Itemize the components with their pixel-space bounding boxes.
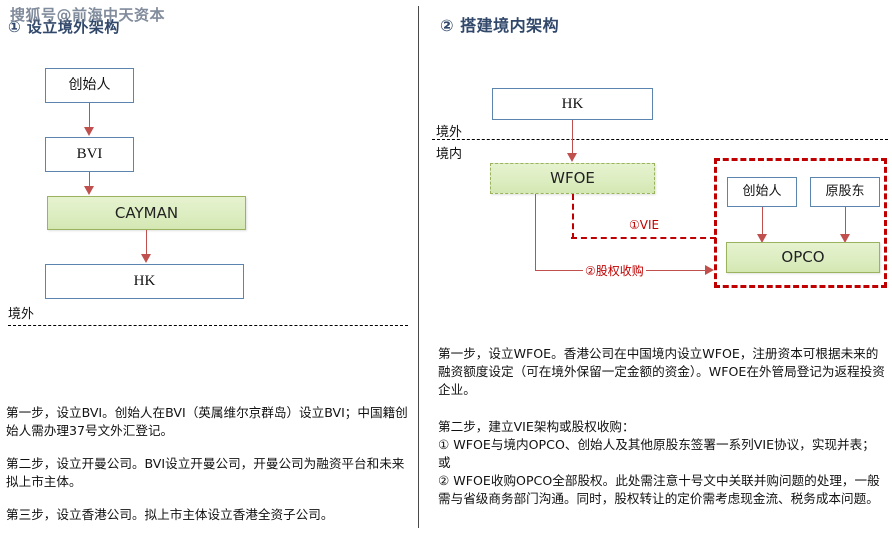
- left-edge-cayman-hk-line: [146, 230, 147, 255]
- left-edge-bvi-cayman-line: [89, 172, 90, 187]
- right-panel-title: ② 搭建境内架构: [440, 16, 560, 35]
- right-node-founder: 创始人: [727, 177, 797, 207]
- right-boundary-dashed-line: [432, 139, 888, 140]
- vie-edge-horizontal: [571, 237, 716, 239]
- right-node-hk-label: HK: [561, 95, 584, 112]
- right-edge-hk-wfoe-arrow: [567, 153, 577, 162]
- right-boundary-label-onshore: 境内: [436, 147, 463, 162]
- vie-edge-label: ①VIE: [627, 218, 662, 232]
- right-edge-oldshareholder-opco-line: [845, 207, 846, 235]
- left-node-cayman-label: CAYMAN: [114, 203, 179, 222]
- left-boundary-dashed-line: [8, 325, 408, 326]
- right-node-wfoe: WFOE: [490, 163, 655, 194]
- right-paragraph-step2: 第二步，建立VIE架构或股权收购： ① WFOE与境内OPCO、创始人及其他原股…: [438, 419, 880, 506]
- left-node-cayman: CAYMAN: [47, 196, 246, 230]
- left-node-hk-label: HK: [133, 273, 156, 290]
- equity-edge-vertical: [535, 194, 536, 270]
- right-edge-founder-opco-line: [762, 207, 763, 235]
- column-divider: [418, 6, 419, 528]
- equity-edge-label: ②股权收购: [583, 262, 646, 279]
- left-edge-cayman-hk-arrow: [141, 254, 151, 263]
- left-edge-bvi-cayman-arrow: [84, 186, 94, 195]
- left-node-hk: HK: [45, 264, 244, 299]
- right-node-opco-label: OPCO: [781, 248, 825, 267]
- left-node-bvi: BVI: [45, 137, 134, 172]
- right-node-hk: HK: [492, 88, 653, 120]
- vie-edge-vertical: [572, 194, 574, 239]
- right-node-old-shareholder: 原股东: [810, 177, 880, 207]
- left-node-founder: 创始人: [45, 68, 134, 103]
- right-boundary-label-offshore: 境外: [436, 125, 463, 140]
- left-paragraph-step3: 第三步，设立香港公司。拟上市主体设立香港全资子公司。: [6, 507, 334, 522]
- right-node-old-shareholder-label: 原股东: [825, 183, 865, 199]
- right-node-wfoe-label: WFOE: [550, 169, 595, 188]
- left-boundary-label-offshore: 境外: [8, 307, 35, 322]
- right-edge-hk-wfoe-line: [572, 120, 573, 154]
- right-node-opco: OPCO: [726, 242, 880, 273]
- left-edge-founder-bvi-arrow: [84, 127, 94, 136]
- watermark-text: 搜狐号@前海中天资本: [10, 6, 166, 24]
- left-paragraph-step1: 第一步，设立BVI。创始人在BVI（英属维尔京群岛）设立BVI；中国籍创始人需办…: [6, 405, 408, 438]
- left-node-bvi-label: BVI: [76, 146, 103, 163]
- equity-edge-arrow: [705, 265, 714, 275]
- left-edge-founder-bvi-line: [89, 103, 90, 128]
- right-node-founder-label: 创始人: [742, 183, 782, 199]
- left-node-founder-label: 创始人: [68, 76, 111, 93]
- right-paragraph-step1: 第一步，设立WFOE。香港公司在中国境内设立WFOE，注册资本可根据未来的融资额…: [438, 346, 885, 397]
- left-paragraph-step2: 第二步，设立开曼公司。BVI设立开曼公司，开曼公司为融资平台和未来拟上市主体。: [6, 456, 405, 489]
- page-root: ① 设立境外架构 搜狐号@前海中天资本 创始人 BVI CAYMAN HK 境外…: [0, 0, 892, 540]
